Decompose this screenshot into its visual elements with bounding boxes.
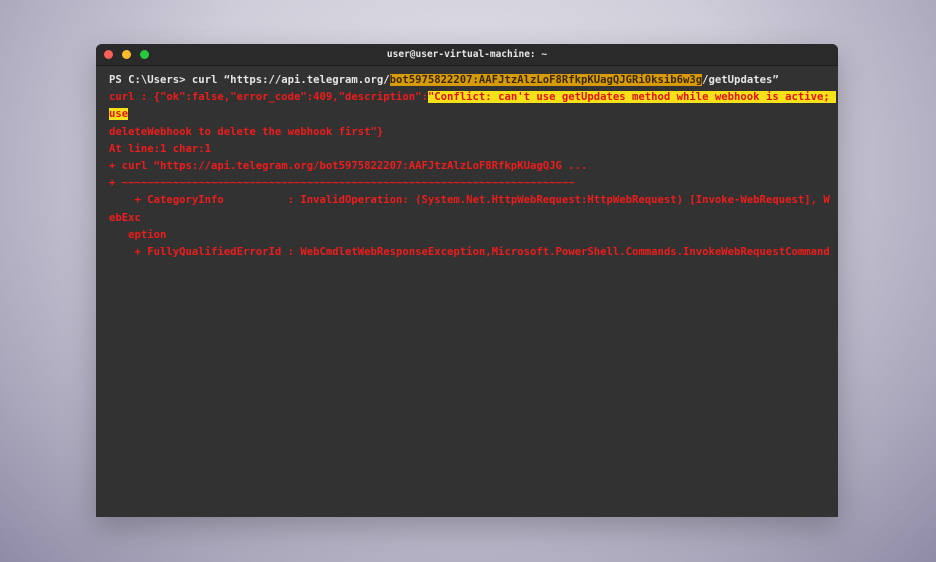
response-line: curl : {"ok":false,"error_code":409,"des…: [109, 89, 837, 123]
command-prefix: PS C:\Users> curl “https://api.telegram.…: [109, 74, 390, 86]
command-suffix: /getUpdates”: [702, 74, 779, 86]
error-underline: + ~~~~~~~~~~~~~~~~~~~~~~~~~~~~~~~~~~~~~~…: [109, 177, 575, 190]
response-prefix: curl : {"ok":false,"error_code":409,"des…: [109, 91, 428, 104]
bot-token-highlight: bot5975822207:AAFJtzAlzLoF8RfkpKUagQJGRi…: [389, 74, 703, 86]
command-line: PS C:\Users> curl “https://api.telegram.…: [109, 72, 830, 89]
terminal-output[interactable]: PS C:\Users> curl “https://api.telegram.…: [96, 66, 838, 261]
error-category-info: + CategoryInfo : InvalidOperation: (Syst…: [109, 194, 830, 224]
error-category-wrap: eption: [109, 228, 167, 241]
title-bar: user@user-virtual-machine: ~: [96, 44, 838, 66]
response-continuation: deleteWebhook to delete the webhook firs…: [109, 125, 384, 138]
error-command-echo: + curl “https://api.telegram.org/bot5975…: [109, 160, 588, 173]
window-title: user@user-virtual-machine: ~: [386, 49, 548, 60]
terminal-window: user@user-virtual-machine: ~ PS C:\Users…: [96, 44, 838, 517]
error-location: At line:1 char:1: [109, 142, 212, 155]
error-qualified-id: + FullyQualifiedErrorId : WebCmdletWebRe…: [109, 246, 830, 259]
